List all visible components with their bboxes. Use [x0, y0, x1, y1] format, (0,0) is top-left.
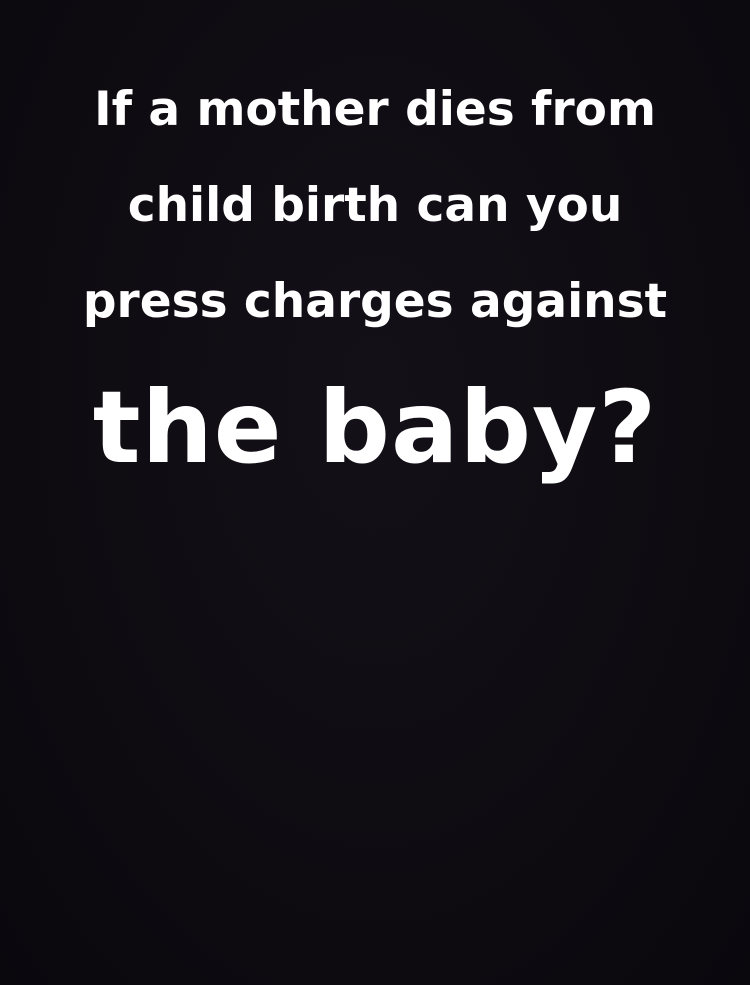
story-canvas: If a mother dies from child birth can yo…	[0, 0, 750, 985]
caption-line-1: If a mother dies from	[94, 82, 656, 137]
caption-line-2: child birth can you	[127, 178, 623, 233]
caption-line-3: press charges against	[82, 274, 668, 329]
caption-text: If a mother dies from child birth can yo…	[0, 62, 750, 488]
caption-emphasis: the baby?	[92, 369, 658, 486]
